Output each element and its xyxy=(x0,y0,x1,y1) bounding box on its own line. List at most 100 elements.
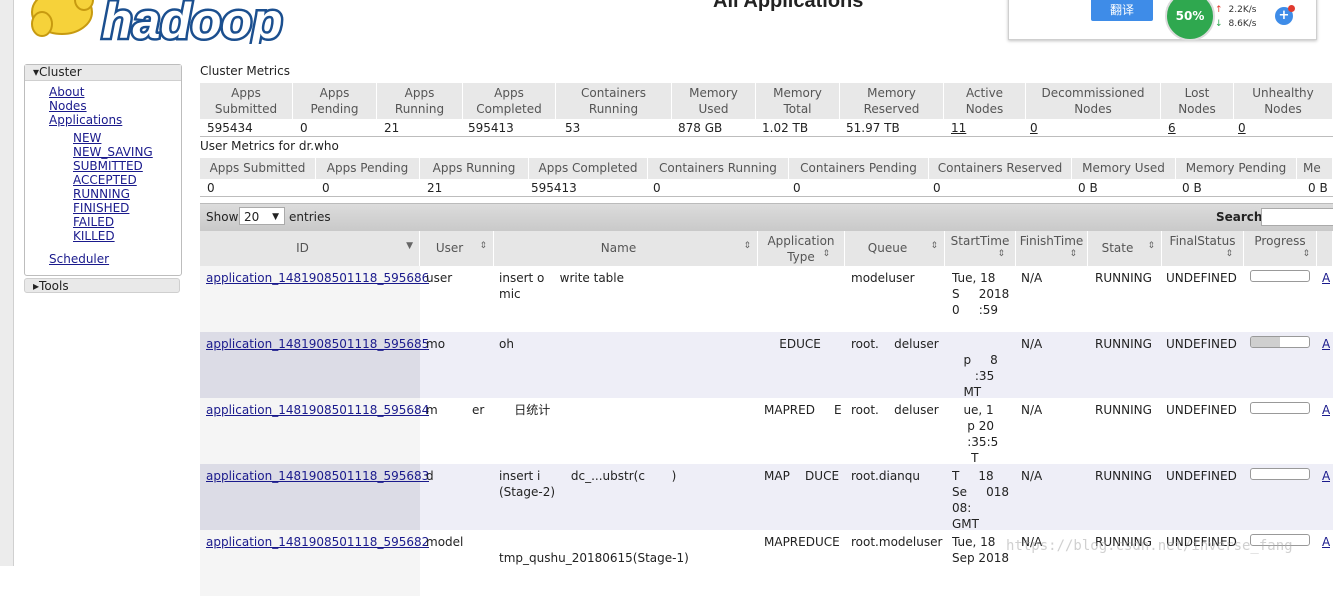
column-header-id[interactable]: ID ▼ xyxy=(200,231,420,266)
state-cell: RUNNING xyxy=(1095,337,1152,351)
progress-bar xyxy=(1250,336,1310,348)
sort-icon: ⇕ xyxy=(1147,241,1155,251)
column-header-label: ID xyxy=(296,241,309,255)
user-metric-header[interactable]: Memory Used xyxy=(1072,158,1176,179)
nav-link-nodes[interactable]: Nodes xyxy=(49,99,87,113)
application-id-link[interactable]: application_1481908501118_595682 xyxy=(206,534,429,550)
table-row[interactable]: application_1481908501118_595685 mo oh E… xyxy=(200,332,1333,399)
column-header-state[interactable]: State ⇕ xyxy=(1088,231,1162,266)
column-header-finalstatus[interactable]: FinalStatus ⇕ xyxy=(1162,231,1244,266)
attempt-link[interactable]: A xyxy=(1322,468,1330,484)
search-label: Search: xyxy=(1216,210,1268,224)
nav-link-scheduler[interactable]: Scheduler xyxy=(49,252,109,266)
starttime-cell: Tue, 18 Sep 2018 xyxy=(952,535,1009,565)
decommissioned-nodes-link[interactable]: 0 xyxy=(1030,121,1038,135)
nav-link-state-failed[interactable]: FAILED xyxy=(73,215,114,229)
attempt-link[interactable]: A xyxy=(1322,336,1330,352)
table-row[interactable]: application_1481908501118_595683 d inser… xyxy=(200,464,1333,531)
nav-link-state-new[interactable]: NEW xyxy=(73,131,101,145)
user-metric-header[interactable]: Apps Running xyxy=(420,158,529,179)
user-metric-header[interactable]: Containers Reserved xyxy=(929,158,1072,179)
nav-link-applications[interactable]: Applications xyxy=(49,113,122,127)
cluster-metric-header[interactable]: Apps Pending xyxy=(293,83,377,119)
sort-icon: ⇕ xyxy=(822,249,830,259)
sort-icon: ⇕ xyxy=(1225,249,1233,259)
finishtime-cell: N/A xyxy=(1021,469,1043,483)
attempt-link[interactable]: A xyxy=(1322,534,1330,550)
user-metric-header[interactable]: Me xyxy=(1297,158,1333,179)
user-metric-header[interactable]: Apps Pending xyxy=(316,158,420,179)
cluster-metric-header[interactable]: Decommissioned Nodes xyxy=(1026,83,1161,119)
name-cell: insert i dc_...ubstr(c ) (Stage-2) xyxy=(499,469,677,499)
show-label: Show xyxy=(206,210,239,224)
attempt-link[interactable]: A xyxy=(1322,270,1330,286)
arrow-up-icon: ↑ xyxy=(1215,5,1223,15)
cluster-metric-header[interactable]: Apps Submitted xyxy=(200,83,293,119)
state-cell: RUNNING xyxy=(1095,469,1152,483)
cluster-metric-header[interactable]: Memory Reserved xyxy=(840,83,944,119)
column-header-starttime[interactable]: StartTime ⇕ xyxy=(945,231,1016,266)
application-id-link[interactable]: application_1481908501118_595686 xyxy=(206,270,429,286)
user-cell: d xyxy=(426,469,434,483)
column-header-user[interactable]: User ⇕ xyxy=(420,231,494,266)
column-header-label: FinalStatus xyxy=(1169,234,1236,248)
user-metric-header[interactable]: Apps Completed xyxy=(529,158,648,179)
search-input[interactable] xyxy=(1261,208,1333,226)
finalstatus-cell: UNDEFINED xyxy=(1166,403,1237,417)
nav-link-state-killed[interactable]: KILLED xyxy=(73,229,115,243)
column-header-progress[interactable]: Progress ⇕ xyxy=(1244,231,1317,266)
cluster-metric-header[interactable]: Active Nodes xyxy=(944,83,1026,119)
nav-tools-header[interactable]: ▸Tools xyxy=(24,278,180,293)
user-metrics-header-row: Apps Submitted Apps Pending Apps Running… xyxy=(200,158,1333,179)
lost-nodes-link[interactable]: 6 xyxy=(1168,121,1176,135)
finalstatus-cell: UNDEFINED xyxy=(1166,337,1237,351)
nav-link-state-running[interactable]: RUNNING xyxy=(73,187,130,201)
nav-link-state-submitted[interactable]: SUBMITTED xyxy=(73,159,143,173)
unhealthy-nodes-link[interactable]: 0 xyxy=(1238,121,1246,135)
attempt-link[interactable]: A xyxy=(1322,402,1330,418)
user-metric-header[interactable]: Containers Running xyxy=(648,158,789,179)
user-metric-header[interactable]: Apps Submitted xyxy=(200,158,316,179)
application-id-link[interactable]: application_1481908501118_595684 xyxy=(206,402,429,418)
cluster-metric-header[interactable]: Memory Used xyxy=(672,83,756,119)
application-id-link[interactable]: application_1481908501118_595683 xyxy=(206,468,429,484)
column-header-name[interactable]: Name ⇕ xyxy=(494,231,758,266)
table-row[interactable]: application_1481908501118_595686 user in… xyxy=(200,266,1333,333)
progress-fill xyxy=(1251,337,1280,347)
cluster-metric-value: 595434 xyxy=(207,121,253,135)
table-toolbar: Show 20 ▼ entries Search: xyxy=(200,203,1333,231)
cluster-metric-header[interactable]: Apps Running xyxy=(377,83,463,119)
nav-link-state-finished[interactable]: FINISHED xyxy=(73,201,129,215)
application-id-link[interactable]: application_1481908501118_595685 xyxy=(206,336,429,352)
download-speed: ↓ 8.6K/s xyxy=(1215,19,1256,29)
column-header-queue[interactable]: Queue ⇕ xyxy=(845,231,945,266)
user-metric-value: 0 B xyxy=(1078,181,1098,195)
name-cell: insert o write table mic xyxy=(499,271,625,301)
user-cell: mo xyxy=(426,337,446,351)
cluster-metric-header[interactable]: Unhealthy Nodes xyxy=(1234,83,1333,119)
sort-icon: ⇕ xyxy=(1302,249,1310,259)
cluster-metric-header[interactable]: Memory Total xyxy=(756,83,840,119)
user-metric-value: 0 xyxy=(653,181,661,195)
column-header-type[interactable]: Application Type ⇕ xyxy=(758,231,845,266)
column-header-finishtime[interactable]: FinishTime ⇕ xyxy=(1016,231,1088,266)
network-usage-ball[interactable]: 50% xyxy=(1165,0,1215,41)
column-header-more[interactable] xyxy=(1317,231,1333,266)
translate-button[interactable]: 翻译 xyxy=(1091,0,1153,21)
nav-cluster-header[interactable]: ▾Cluster xyxy=(25,65,181,81)
cluster-metric-header[interactable]: Lost Nodes xyxy=(1161,83,1234,119)
starttime-cell: p 8 :35 MT xyxy=(963,353,998,399)
user-metric-header[interactable]: Containers Pending xyxy=(789,158,929,179)
entries-per-page-value: 20 xyxy=(244,210,260,224)
nav-link-state-accepted[interactable]: ACCEPTED xyxy=(73,173,137,187)
nav-link-about[interactable]: About xyxy=(49,85,84,99)
active-nodes-link[interactable]: 11 xyxy=(951,121,966,135)
nav-link-state-new-saving[interactable]: NEW_SAVING xyxy=(73,145,153,159)
cluster-metric-header[interactable]: Apps Completed xyxy=(463,83,556,119)
name-cell: tmp_qushu_20180615(Stage-1) xyxy=(499,551,689,565)
cluster-metric-header[interactable]: Containers Running xyxy=(556,83,672,119)
caret-down-icon: ▼ xyxy=(272,212,279,222)
user-metric-header[interactable]: Memory Pending xyxy=(1176,158,1297,179)
entries-per-page-select[interactable]: 20 ▼ xyxy=(239,207,285,225)
table-row[interactable]: application_1481908501118_595684 m er 日统… xyxy=(200,398,1333,465)
